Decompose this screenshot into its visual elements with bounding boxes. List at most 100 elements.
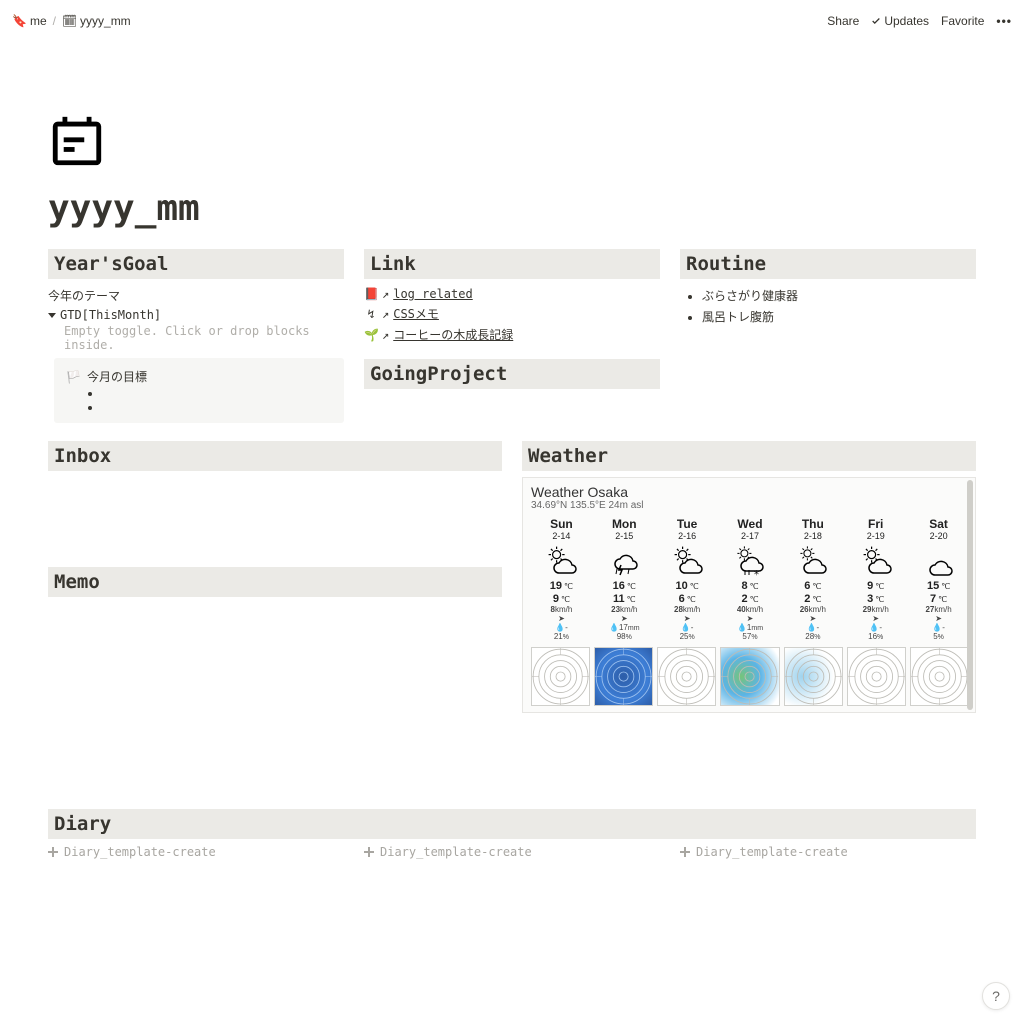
wind-arrow-icon: ➤ [782,614,843,623]
routine-item[interactable]: 風呂トレ腹筋 [702,306,976,327]
temp-lo: 11℃ [594,592,655,605]
page-content: yyyy_mm Year'sGoal 今年のテーマ GTD[ThisMonth]… [0,42,1024,859]
pressure-tile [910,647,969,706]
temp-lo: 6℃ [657,592,718,605]
gtd-toggle[interactable]: GTD[ThisMonth] [48,306,344,324]
link-item-icon: ↯ [364,307,378,321]
wind-arrow-icon: ➤ [531,614,592,623]
breadcrumb-root[interactable]: 🔖 me [12,14,47,28]
weather-icon [531,541,592,579]
pressure-tile [657,647,716,706]
humidity: 28% [782,632,843,641]
plus-icon [680,847,690,857]
arrow-icon: ↗ [382,307,389,321]
topbar: 🔖 me / 🗓 yyyy_mm Share Updates Favorite … [0,0,1024,42]
updates-button[interactable]: Updates [871,14,929,28]
day-name: Mon [594,517,655,531]
weather-day: Sat2-2015℃7℃27km/h➤💧-5% [908,515,969,643]
weather-widget[interactable]: Weather Osaka 34.69°N 135.5°E 24m asl Su… [522,477,976,713]
concentric-icon [532,648,589,705]
day-date: 2-16 [657,531,718,541]
pressure-tile [720,647,779,706]
wind-arrow-icon: ➤ [594,614,655,623]
pressure-tile [847,647,906,706]
diary-create-1[interactable]: Diary_template-create [48,845,344,859]
day-name: Fri [845,517,906,531]
svg-text:＊: ＊ [753,570,760,577]
memo-heading: Memo [48,567,502,597]
routine-item[interactable]: ぶらさがり健康器 [702,285,976,306]
pressure-row [531,647,969,706]
top-columns: Year'sGoal 今年のテーマ GTD[ThisMonth] Empty t… [48,249,976,423]
wind: 29km/h [845,605,906,614]
link-item[interactable]: ↯↗CSSメモ [364,303,660,324]
weather-coords: 34.69°N 135.5°E 24m asl [531,500,969,511]
theme-label[interactable]: 今年のテーマ [48,285,344,306]
breadcrumb-root-label: me [30,14,47,28]
temp-lo: 9℃ [531,592,592,605]
weather-day: Thu2-186℃2℃26km/h➤💧-28% [782,515,843,643]
breadcrumb-page[interactable]: 🗓 yyyy_mm [62,14,131,28]
day-date: 2-18 [782,531,843,541]
share-button[interactable]: Share [827,14,859,28]
concentric-icon [785,648,842,705]
wind-arrow-icon: ➤ [845,614,906,623]
page-title[interactable]: yyyy_mm [48,188,976,229]
weather-heading: Weather [522,441,976,471]
breadcrumb: 🔖 me / 🗓 yyyy_mm [12,14,131,28]
inbox-body[interactable] [48,477,502,567]
page-icon[interactable] [48,112,106,170]
toggle-empty-hint[interactable]: Empty toggle. Click or drop blocks insid… [48,324,344,352]
diary-create-2[interactable]: Diary_template-create [364,845,660,859]
temp-hi: 19℃ [531,579,592,592]
link-item-icon: 📕 [364,287,378,301]
weather-day: Fri2-199℃3℃29km/h➤💧-16% [845,515,906,643]
updates-label: Updates [884,14,929,28]
callout-title: 今月の目標 [87,368,147,385]
routine-list: ぶらさがり健康器風呂トレ腹筋 [680,285,976,327]
toggle-caret-icon [48,313,56,318]
weather-day: Sun2-1419℃9℃8km/h➤💧-21% [531,515,592,643]
wind: 23km/h [594,605,655,614]
weather-day: Wed2-17＊8℃2℃40km/h➤💧1mm57% [720,515,781,643]
diary-heading: Diary [48,809,976,839]
concentric-icon [911,648,968,705]
calendar-icon: 🗓 [62,14,76,28]
precip: 💧- [782,623,843,632]
link-section: Link 📕↗log related↯↗CSSメモ🌱↗コーヒーの木成長記録 Go… [364,249,660,423]
diary-create-3[interactable]: Diary_template-create [680,845,976,859]
temp-hi: 15℃ [908,579,969,592]
precip: 💧- [845,623,906,632]
arrow-icon: ↗ [382,287,389,301]
wind-arrow-icon: ➤ [720,614,781,623]
more-button[interactable]: ••• [996,14,1012,28]
breadcrumb-page-label: yyyy_mm [80,14,131,28]
link-item[interactable]: 📕↗log related [364,285,660,303]
pressure-tile [784,647,843,706]
day-name: Tue [657,517,718,531]
memo-body[interactable] [48,603,502,783]
wind-arrow-icon: ➤ [657,614,718,623]
weather-icon [908,541,969,579]
precip: 💧- [657,623,718,632]
right-column: Weather Weather Osaka 34.69°N 135.5°E 24… [522,441,976,783]
weather-icon [845,541,906,579]
routine-section: Routine ぶらさがり健康器風呂トレ腹筋 [680,249,976,423]
help-button[interactable]: ? [982,982,1010,1010]
yearsgoal-section: Year'sGoal 今年のテーマ GTD[ThisMonth] Empty t… [48,249,344,423]
callout-bullet-1[interactable] [66,385,332,399]
callout-bullet-2[interactable] [66,399,332,413]
favorite-button[interactable]: Favorite [941,14,984,28]
link-item[interactable]: 🌱↗コーヒーの木成長記録 [364,324,660,345]
day-date: 2-20 [908,531,969,541]
weather-title: Weather Osaka [531,484,969,500]
notepad-icon [48,112,106,170]
pressure-tile [531,647,590,706]
top-actions: Share Updates Favorite ••• [827,14,1012,28]
wind-arrow-icon: ➤ [908,614,969,623]
pressure-tile [594,647,653,706]
plus-icon [48,847,58,857]
weather-icon: ＊ [720,541,781,579]
goingproject-heading: GoingProject [364,359,660,389]
month-goal-callout[interactable]: 🏳️ 今月の目標 [54,358,344,423]
